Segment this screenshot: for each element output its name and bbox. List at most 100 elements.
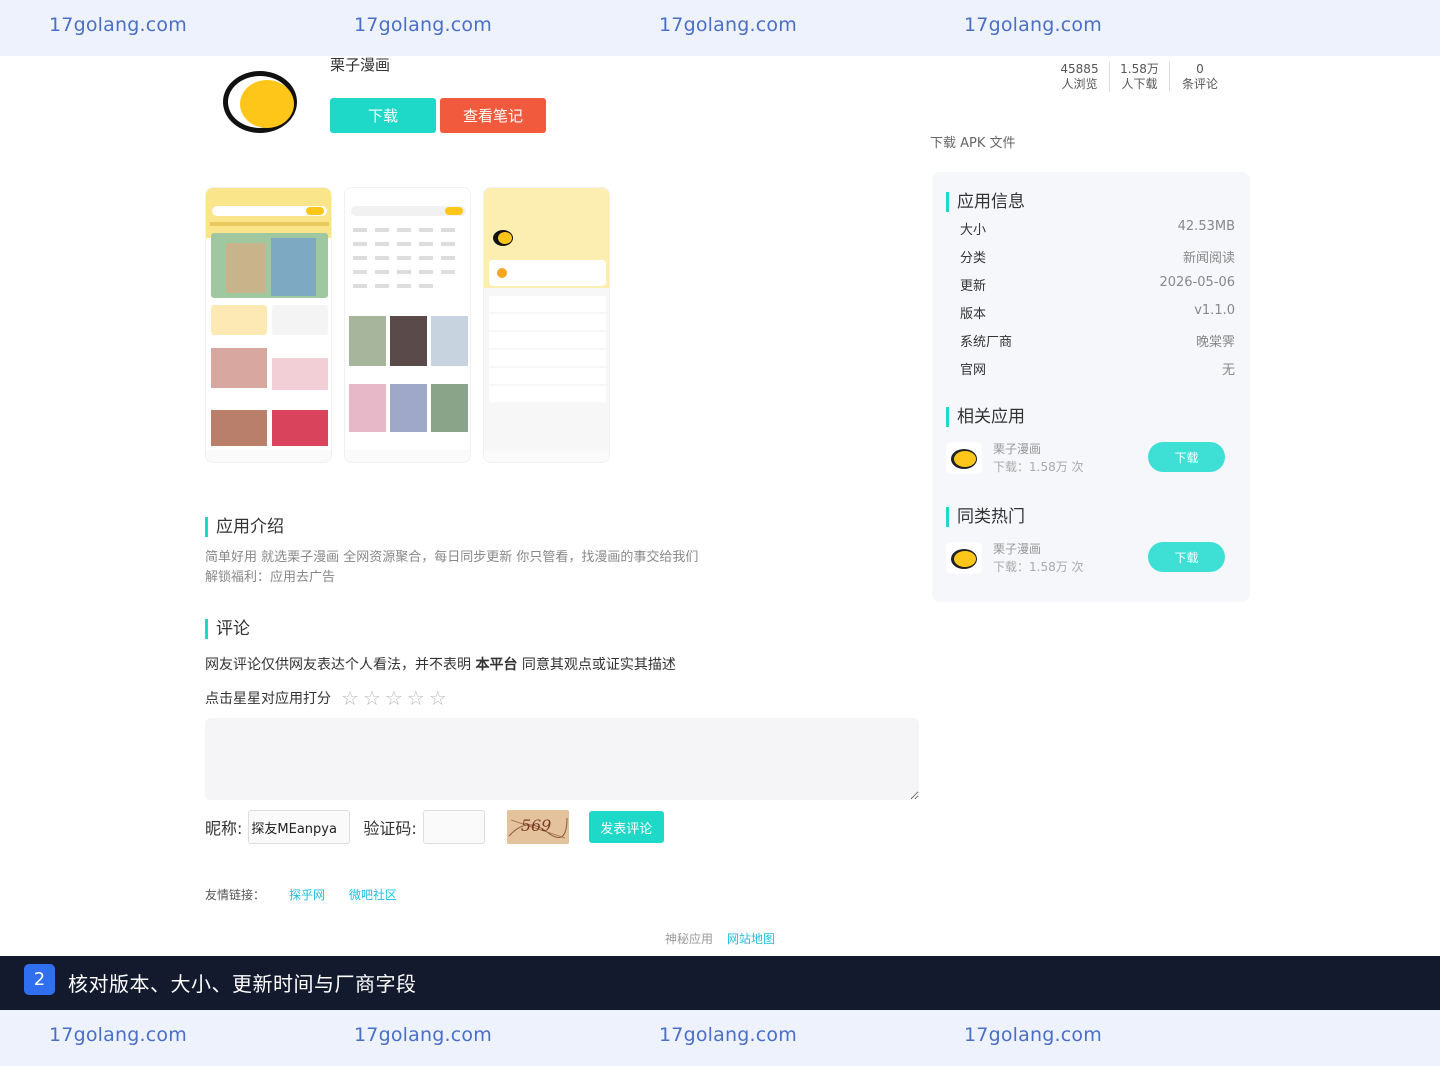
step-number-badge: 2 [24, 964, 55, 995]
info-value: 晚棠霁 [1195, 335, 1235, 350]
info-key: 更新 [960, 279, 987, 294]
star-icon[interactable]: ☆ [429, 688, 447, 708]
disclaimer-platform: 本平台 [475, 657, 518, 673]
info-key: 大小 [960, 223, 987, 238]
info-key: 分类 [960, 251, 987, 266]
related-app-item[interactable]: 栗子漫画 下载：1.58万 次 下载 [946, 442, 1226, 482]
app-logo-icon [951, 449, 977, 469]
hot-app-download-button[interactable]: 下载 [1148, 542, 1225, 572]
info-row-category: 分类 新闻阅读 [960, 247, 1235, 266]
disclaimer-prefix: 网友评论仅供网友表达个人看法，并不表明 [205, 657, 476, 673]
watermark-text: 17golang.com [354, 1024, 492, 1046]
watermark-text: 17golang.com [659, 1024, 797, 1046]
hot-app-name: 栗子漫画 [993, 542, 1042, 556]
app-stats: 45885 人浏览 1.58万 人下载 0 条评论 [1050, 62, 1230, 92]
screenshot-home-image [206, 188, 331, 462]
hot-app-downloads: 下载：1.58万 次 [993, 560, 1084, 574]
star-icon[interactable]: ☆ [341, 688, 359, 708]
info-row-website: 官网 无 [960, 359, 1235, 378]
related-app-icon [946, 442, 982, 474]
related-apps-heading: 相关应用 [946, 407, 1025, 427]
comments-heading: 评论 [205, 619, 250, 639]
info-value: 42.53MB [1177, 219, 1235, 234]
stat-label: 条评论 [1181, 77, 1218, 91]
captcha-image[interactable]: 569 [506, 810, 569, 844]
watermark-text: 17golang.com [354, 14, 492, 36]
nickname-label: 昵称: [205, 819, 243, 838]
watermark-bar-bottom: 17golang.com 17golang.com 17golang.com 1… [0, 1010, 1440, 1066]
app-info-heading: 应用信息 [946, 192, 1025, 212]
stat-label: 人下载 [1121, 77, 1158, 91]
stat-downloads: 1.58万 人下载 [1110, 62, 1170, 92]
star-icon[interactable]: ☆ [385, 688, 403, 708]
stat-value: 45885 [1060, 62, 1099, 76]
view-notes-button[interactable]: 查看笔记 [440, 98, 546, 133]
info-value: 新闻阅读 [1182, 251, 1235, 266]
friend-links-label: 友情链接： [205, 888, 266, 902]
stat-value: 1.58万 [1120, 62, 1159, 76]
rating-stars: ☆ ☆ ☆ ☆ ☆ [341, 688, 447, 708]
apk-download-link[interactable]: 下载 APK 文件 [930, 132, 1016, 151]
star-icon[interactable]: ☆ [407, 688, 425, 708]
screenshot-profile[interactable] [483, 187, 610, 463]
info-value: 无 [1221, 363, 1235, 378]
submit-comment-button[interactable]: 发表评论 [588, 811, 664, 843]
nickname-input[interactable] [248, 810, 351, 844]
related-app-download-button[interactable]: 下载 [1148, 442, 1225, 472]
info-key: 系统厂商 [960, 335, 1013, 350]
intro-line: 简单好用 就选栗子漫画 全网资源聚合，每日同步更新 你只管看，找漫画的事交给我们 [205, 550, 699, 565]
rating-label: 点击星星对应用打分 [205, 691, 331, 707]
app-logo-icon [223, 71, 297, 133]
footer-link[interactable]: 网站地图 [727, 930, 775, 947]
footer-links: 神秘应用 网站地图 [665, 930, 775, 947]
screenshot-category-image [345, 188, 470, 462]
info-row-vendor: 系统厂商 晚棠霁 [960, 331, 1235, 350]
watermark-bar-top: 17golang.com 17golang.com 17golang.com 1… [0, 0, 1440, 56]
info-value: v1.1.0 [1194, 303, 1235, 318]
comment-form-row: 昵称: 验证码: 569 发表评论 [205, 810, 664, 844]
related-app-name: 栗子漫画 [993, 442, 1042, 456]
stat-views: 45885 人浏览 [1050, 62, 1110, 92]
info-row-updated: 更新 2026-05-06 [960, 275, 1235, 294]
screenshot-gallery [205, 187, 610, 463]
info-key: 官网 [960, 363, 987, 378]
watermark-text: 17golang.com [659, 14, 797, 36]
watermark-text: 17golang.com [49, 14, 187, 36]
step-banner: 2 核对版本、大小、更新时间与厂商字段 [0, 956, 1440, 1010]
intro-text: 简单好用 就选栗子漫画 全网资源聚合，每日同步更新 你只管看，找漫画的事交给我们… [205, 548, 698, 588]
screenshot-home[interactable] [205, 187, 332, 463]
friend-links: 友情链接： 探乎网 微吧社区 [205, 886, 397, 903]
footer-link[interactable]: 神秘应用 [665, 930, 713, 947]
stat-value: 0 [1196, 62, 1204, 76]
friend-link[interactable]: 微吧社区 [349, 886, 397, 903]
info-value: 2026-05-06 [1159, 275, 1235, 290]
info-row-version: 版本 v1.1.0 [960, 303, 1235, 322]
comment-disclaimer: 网友评论仅供网友表达个人看法，并不表明 本平台 同意其观点或证实其描述 [205, 654, 676, 674]
intro-heading: 应用介绍 [205, 517, 284, 537]
intro-line: 解锁福利：应用去广告 [205, 570, 336, 585]
page: 17golang.com 17golang.com 17golang.com 1… [0, 0, 1440, 1066]
download-button[interactable]: 下载 [330, 98, 436, 133]
captcha-label: 验证码: [363, 819, 417, 838]
captcha-input[interactable] [422, 810, 485, 844]
star-icon[interactable]: ☆ [363, 688, 381, 708]
info-row-size: 大小 42.53MB [960, 219, 1235, 238]
hot-app-item[interactable]: 栗子漫画 下载：1.58万 次 下载 [946, 542, 1226, 582]
friend-link[interactable]: 探乎网 [289, 886, 325, 903]
captcha-text: 569 [520, 816, 552, 835]
hot-app-icon [946, 542, 982, 574]
watermark-text: 17golang.com [964, 1024, 1102, 1046]
step-text: 核对版本、大小、更新时间与厂商字段 [68, 972, 417, 996]
app-logo-icon [951, 549, 977, 569]
watermark-text: 17golang.com [964, 14, 1102, 36]
disclaimer-suffix: 同意其观点或证实其描述 [517, 657, 676, 673]
stat-comments: 0 条评论 [1170, 62, 1230, 92]
stat-label: 人浏览 [1061, 77, 1098, 91]
screenshot-profile-image [484, 188, 609, 462]
comment-textarea[interactable] [205, 718, 919, 800]
sidebar: 应用信息 大小 42.53MB 分类 新闻阅读 更新 2026-05-06 版本 v1.… [932, 172, 1250, 602]
watermark-text: 17golang.com [49, 1024, 187, 1046]
screenshot-category[interactable] [344, 187, 471, 463]
similar-hot-heading: 同类热门 [946, 507, 1025, 527]
related-app-downloads: 下载：1.58万 次 [993, 460, 1084, 474]
